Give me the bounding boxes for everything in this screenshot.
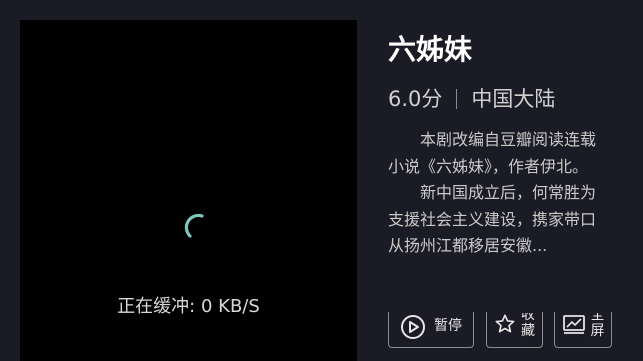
pause-label: 暂停 — [434, 318, 462, 334]
fullscreen-icon — [562, 314, 585, 334]
description-paragraph: 本剧改编自豆瓣阅读连载小说《六姊妹》，作者伊北。 — [388, 130, 597, 176]
pause-button[interactable]: 暂停 — [388, 312, 474, 348]
show-description: 本剧改编自豆瓣阅读连载小说《六姊妹》，作者伊北。 新中国成立后，何常胜为支援社会… — [388, 127, 610, 260]
description-paragraph: 新中国成立后，何常胜为支援社会主义建设，携家带口从扬州江都移居安徽... — [388, 183, 597, 255]
video-player[interactable]: 正在缓冲: 0 KB/S — [20, 20, 357, 361]
favorite-button[interactable]: 收 藏 — [486, 312, 543, 348]
fullscreen-label: 全 屏 — [591, 313, 605, 339]
star-icon — [495, 313, 515, 332]
show-info-panel: 六姊妹 6.0分 中国大陆 — [388, 30, 618, 114]
fullscreen-button[interactable]: 全 屏 — [554, 312, 612, 348]
favorite-label: 收 藏 — [521, 313, 535, 339]
rating: 6.0分 — [388, 87, 443, 111]
show-meta: 6.0分 中国大陆 — [388, 84, 618, 114]
meta-divider — [456, 89, 458, 109]
region: 中国大陆 — [471, 87, 556, 111]
fullscreen-label-bottom: 屏 — [590, 322, 605, 339]
favorite-label-top: 收 — [521, 312, 535, 323]
show-title: 六姊妹 — [388, 33, 473, 66]
pause-circle-icon — [401, 314, 425, 339]
fullscreen-label-top: 全 — [590, 312, 605, 323]
buffering-status: 正在缓冲: 0 KB/S — [117, 296, 260, 317]
loading-spinner-icon — [184, 213, 204, 238]
favorite-label-bottom: 藏 — [521, 322, 535, 339]
